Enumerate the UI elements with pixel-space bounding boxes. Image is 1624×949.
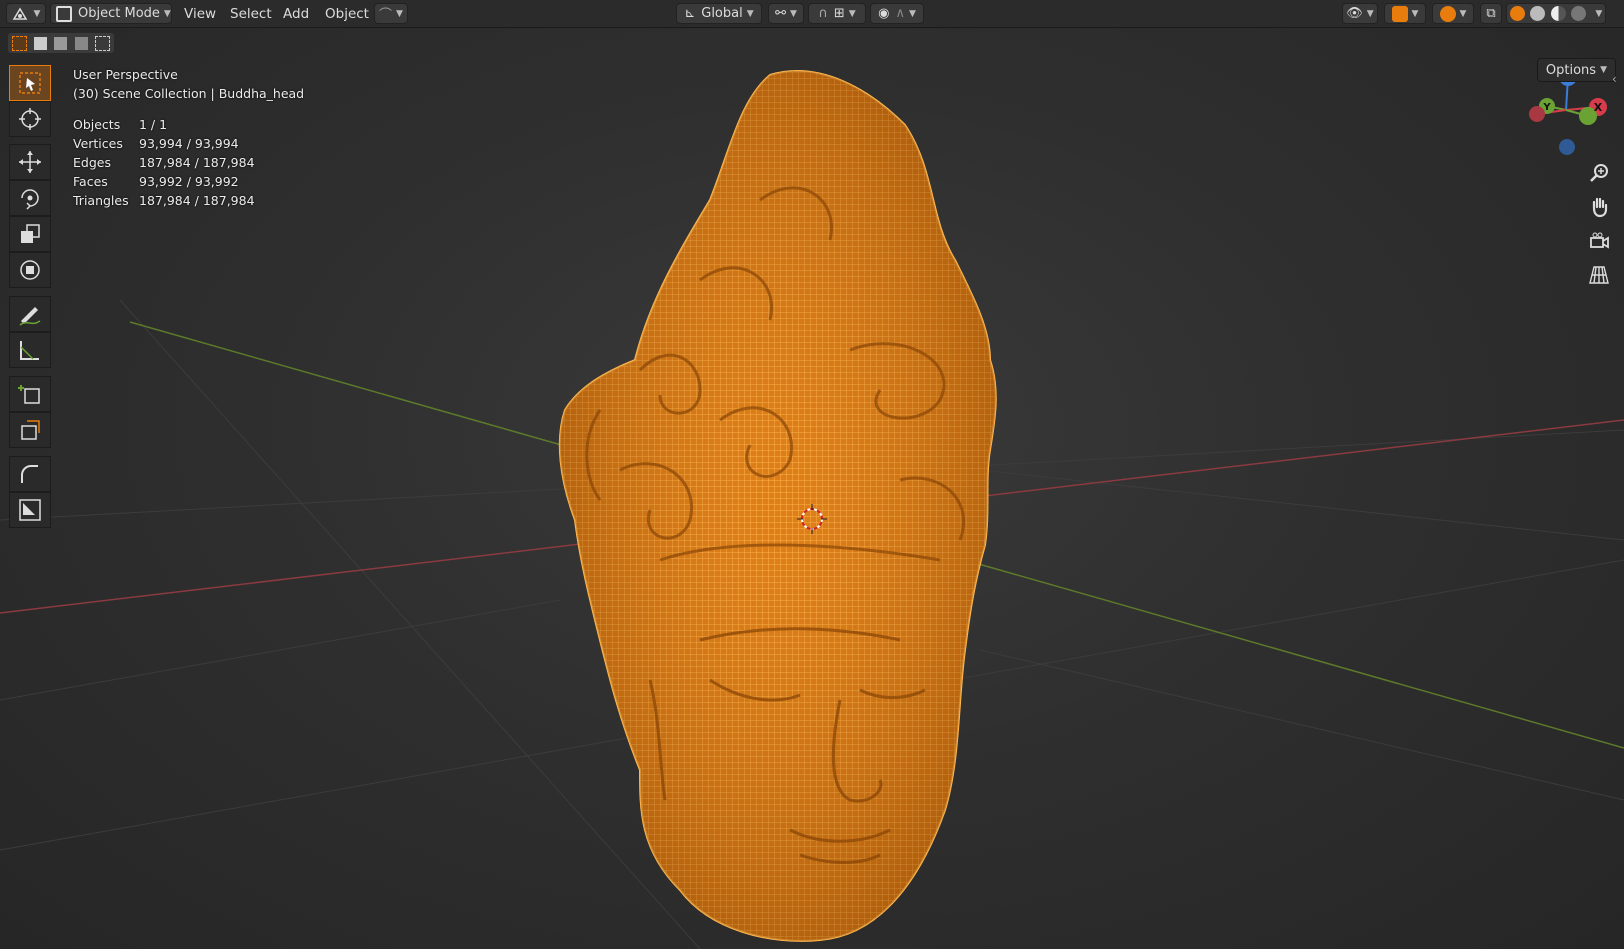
zoom-icon: [1590, 164, 1608, 182]
xray-icon: ⧉: [1486, 6, 1496, 21]
eye-icon: 👁: [1346, 6, 1363, 21]
orientation-label: Global: [701, 6, 743, 21]
overlays-icon: [1439, 5, 1456, 22]
pan-button[interactable]: [1584, 192, 1614, 222]
menu-select[interactable]: Select: [230, 4, 272, 24]
hand-icon: [1592, 197, 1608, 218]
tool-shrink[interactable]: [9, 492, 51, 528]
snap-icon: ∩: [818, 6, 828, 21]
stat-label-vertices: Vertices: [73, 136, 123, 151]
perspective-toggle-button[interactable]: [1584, 260, 1614, 290]
sidebar-toggle-icon[interactable]: ‹: [1612, 72, 1617, 86]
stat-value-triangles: 187,984 / 187,984: [139, 193, 255, 208]
solid-shading-icon[interactable]: [1530, 6, 1546, 21]
menu-view[interactable]: View: [184, 4, 216, 24]
curve-icon: ⌒: [379, 8, 393, 23]
stat-label-edges: Edges: [73, 155, 111, 170]
select-subtract-icon[interactable]: [54, 36, 68, 50]
menu-object[interactable]: Object: [325, 4, 369, 24]
proportional-edit-icon: ◉: [878, 6, 890, 21]
tool-annotate[interactable]: [9, 296, 51, 332]
mode-label: Object Mode: [78, 6, 160, 21]
tool-rotate[interactable]: [9, 180, 51, 216]
tool-add-cube[interactable]: [9, 376, 51, 412]
tool-cursor[interactable]: [9, 101, 51, 137]
tool-select-box[interactable]: [9, 65, 51, 101]
wireframe-shading-icon[interactable]: [1509, 6, 1525, 21]
stat-value-faces: 93,992 / 93,992: [139, 174, 239, 189]
tool-move[interactable]: [9, 144, 51, 180]
overlays-toggle[interactable]: ▼: [1432, 3, 1474, 24]
tool-transform[interactable]: [9, 252, 51, 288]
select-extend-icon[interactable]: [34, 36, 48, 50]
grid-perspective-icon: [1589, 266, 1609, 284]
camera-icon: [1590, 232, 1609, 249]
measure-icon: [20, 341, 39, 360]
gpencil-dropdown[interactable]: ⌒ ▼: [374, 3, 408, 24]
snap-group[interactable]: ∩ ⊞ ▼: [808, 3, 866, 24]
camera-view-button[interactable]: [1584, 226, 1614, 256]
select-box-icon: [19, 72, 41, 94]
gizmo-y-label: Y: [1542, 102, 1551, 113]
gizmo-icon: [1391, 5, 1408, 22]
extrude-icon: [21, 420, 40, 440]
stat-value-edges: 187,984 / 187,984: [139, 155, 255, 170]
stat-value-objects: 1 / 1: [139, 117, 168, 132]
viewport-header: ▼ Object Mode ▼ View Select Add Object ⌒ ▼…: [0, 0, 1624, 28]
mode-dropdown[interactable]: Object Mode ▼: [50, 3, 172, 24]
transform-icon: [20, 260, 40, 280]
cursor-icon: [19, 108, 41, 130]
options-dropdown[interactable]: Options ▼: [1536, 58, 1616, 82]
add-cube-icon: [18, 385, 40, 404]
select-new-icon[interactable]: [11, 35, 27, 51]
select-invert-icon[interactable]: [74, 36, 88, 50]
rendered-shading-icon[interactable]: [1570, 6, 1586, 21]
move-icon: [19, 151, 41, 173]
falloff-icon: ∧: [895, 6, 905, 21]
gizmo-x-label: X: [1594, 101, 1603, 114]
shrink-icon: [19, 499, 41, 521]
object-mode-icon: [56, 5, 72, 22]
xray-toggle[interactable]: ⧉: [1480, 3, 1502, 24]
stat-label-faces: Faces: [73, 174, 108, 189]
stat-label-triangles: Triangles: [73, 193, 129, 208]
transform-orientation-dropdown[interactable]: ⊾ Global ▼: [676, 3, 762, 24]
annotate-icon: [19, 307, 41, 326]
options-label: Options: [1545, 62, 1597, 78]
shading-mode-group[interactable]: ▼: [1506, 3, 1606, 24]
proportional-edit-group[interactable]: ◉ ∧ ▼: [870, 3, 924, 24]
tool-extrude[interactable]: [9, 412, 51, 448]
tool-bend[interactable]: [9, 456, 51, 492]
buddha-head-mesh: [558, 70, 997, 942]
view-name: User Perspective: [73, 67, 178, 82]
material-shading-icon[interactable]: [1550, 6, 1566, 21]
tool-scale[interactable]: [9, 216, 51, 252]
editor-type-button[interactable]: ▼: [6, 3, 46, 24]
scale-icon: [21, 224, 40, 243]
tool-settings-bar: Options ▼: [0, 28, 1624, 82]
gizmo-toggle[interactable]: ▼: [1384, 3, 1426, 24]
viewport-canvas[interactable]: Z X Y: [0, 0, 1624, 949]
bend-icon: [21, 465, 38, 483]
menu-add[interactable]: Add: [283, 4, 309, 24]
collection-info: (30) Scene Collection | Buddha_head: [73, 86, 305, 101]
rotate-icon: [21, 189, 39, 210]
pivot-dropdown[interactable]: ⚯ ▼: [768, 3, 804, 24]
editor-type-icon: [12, 7, 27, 20]
visibility-dropdown[interactable]: 👁 ▼: [1342, 3, 1378, 24]
tool-measure[interactable]: [9, 332, 51, 368]
snap-target-icon: ⊞: [833, 6, 845, 21]
orientation-icon: ⊾: [684, 6, 696, 21]
blender-3d-viewport[interactable]: Z X Y ▼ Object Mode▼ View Select Add Obj…: [0, 0, 1624, 949]
stat-value-vertices: 93,994 / 93,994: [139, 136, 239, 151]
stat-label-objects: Objects: [73, 117, 121, 132]
selection-mode-group[interactable]: [8, 33, 114, 53]
select-intersect-icon[interactable]: [95, 35, 111, 51]
zoom-button[interactable]: [1584, 158, 1614, 188]
pivot-icon: ⚯: [775, 6, 786, 21]
